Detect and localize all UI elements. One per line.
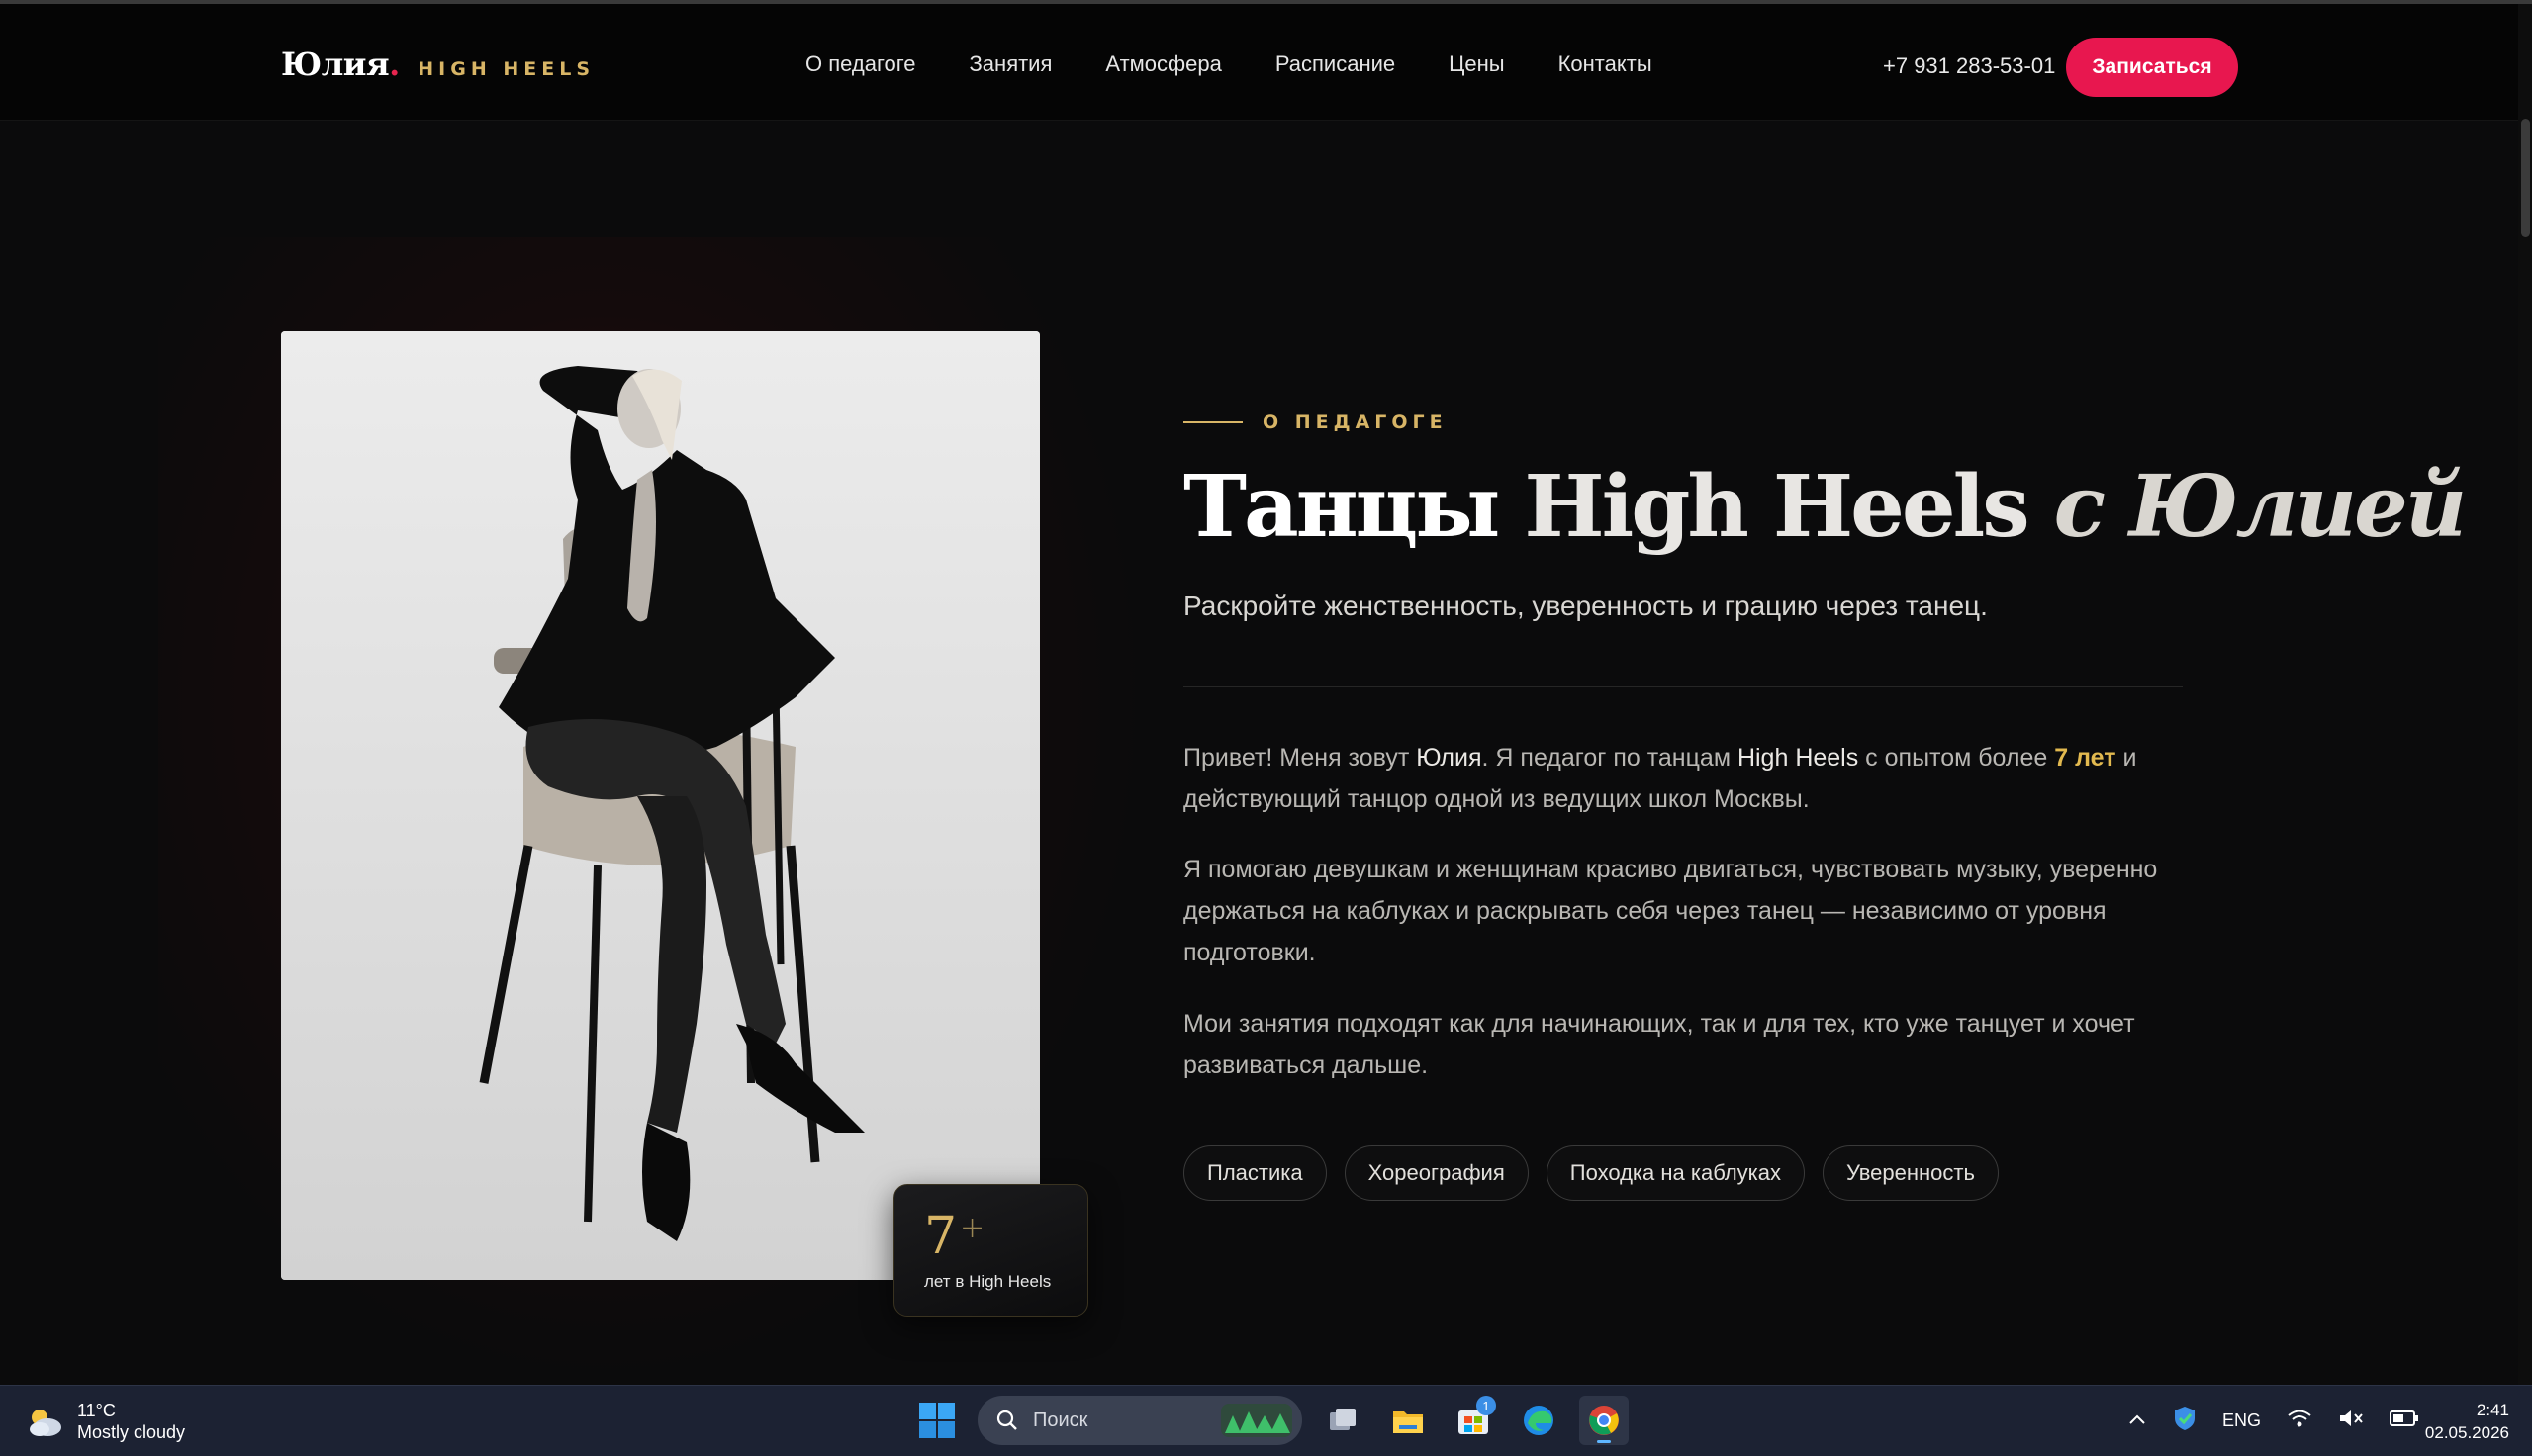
para1-name: Юлия <box>1416 744 1482 772</box>
windows-taskbar: 11°C Mostly cloudy Поиск 1 ENG 2:41 02.0… <box>0 1385 2532 1456</box>
signup-button[interactable]: Записаться <box>2066 38 2238 97</box>
security-shield-icon[interactable] <box>2173 1406 2197 1436</box>
clock-time: 2:41 <box>2476 1401 2509 1419</box>
hero-subtitle: Раскройте женственность, уверенность и г… <box>1183 591 1988 621</box>
tag-choreography[interactable]: Хореография <box>1344 1145 1529 1201</box>
tag-heels-walk[interactable]: Походка на каблуках <box>1546 1145 1805 1201</box>
search-highlight-icon <box>1221 1404 1292 1437</box>
nav-link-classes[interactable]: Занятия <box>970 51 1053 77</box>
title-part1: Танцы <box>1183 457 1525 557</box>
badge-plus: + <box>960 1211 985 1245</box>
para1-a: Привет! Меня зовут <box>1183 744 1417 772</box>
site-logo[interactable]: Юлия. HIGH HEELS <box>281 46 595 83</box>
store-badge: 1 <box>1476 1396 1496 1415</box>
badge-text: лет в High Heels <box>924 1272 1052 1291</box>
para1-style: High Heels <box>1736 744 1859 772</box>
language-indicator[interactable]: ENG <box>2222 1410 2261 1431</box>
clock-date: 02.05.2026 <box>2424 1423 2509 1442</box>
edge-browser-icon[interactable] <box>1514 1396 1563 1445</box>
site-header: Юлия. HIGH HEELS О педагоге Занятия Атмо… <box>0 4 2518 121</box>
title-part3: с Юлией <box>2026 457 2468 557</box>
page-scrollbar-thumb[interactable] <box>2521 119 2530 237</box>
teacher-photo <box>281 331 1040 1280</box>
system-clock[interactable]: 2:41 02.05.2026 <box>2420 1399 2509 1444</box>
para1-b: . Я педагог по танцам <box>1481 744 1737 772</box>
taskbar-search[interactable]: Поиск <box>978 1396 1302 1445</box>
section-divider <box>1183 686 2183 687</box>
logo-dot: . <box>389 46 401 83</box>
windows-start-icon[interactable] <box>912 1396 962 1445</box>
system-tray: ENG <box>2127 1406 2419 1436</box>
para1-c: с опытом более <box>1858 744 2055 772</box>
section-eyebrow: О ПЕДАГОГЕ <box>1183 411 1448 433</box>
phone-link[interactable]: +7 931 283-53-01 <box>1883 53 2055 79</box>
nav-link-prices[interactable]: Цены <box>1449 51 1504 77</box>
para1-years: 7 лет <box>2054 744 2116 772</box>
chevron-up-icon[interactable] <box>2127 1410 2147 1431</box>
logo-subtitle: HIGH HEELS <box>418 58 595 80</box>
microsoft-store-icon[interactable]: 1 <box>1449 1396 1498 1445</box>
volume-muted-icon[interactable] <box>2338 1409 2364 1433</box>
chrome-browser-icon[interactable] <box>1579 1396 1629 1445</box>
main-nav: О педагоге Занятия Атмосфера Расписание … <box>805 51 1706 77</box>
task-view-icon[interactable] <box>1318 1396 1367 1445</box>
logo-name: Юлия <box>281 46 390 83</box>
intro-paragraph: Привет! Меня зовут Юлия. Я педагог по та… <box>1183 737 2183 820</box>
title-part2: High Heels <box>1524 457 2029 557</box>
badge-number: 7 <box>924 1207 958 1266</box>
hero-title: Танцы High Heels с Юлией <box>1183 457 2468 557</box>
search-icon <box>996 1410 1017 1430</box>
nav-link-contacts[interactable]: Контакты <box>1558 51 1652 77</box>
tag-plastika[interactable]: Пластика <box>1183 1145 1327 1201</box>
battery-icon[interactable] <box>2390 1410 2419 1432</box>
eyebrow-text: О ПЕДАГОГЕ <box>1263 411 1448 433</box>
eyebrow-line <box>1183 421 1243 423</box>
file-explorer-icon[interactable] <box>1383 1396 1433 1445</box>
nav-link-schedule[interactable]: Расписание <box>1275 51 1395 77</box>
weather-desc: Mostly cloudy <box>77 1422 186 1442</box>
nav-link-about[interactable]: О педагоге <box>805 51 916 77</box>
audience-paragraph: Мои занятия подходят как для начинающих,… <box>1183 1010 2135 1079</box>
weather-widget[interactable]: 11°C Mostly cloudy <box>26 1400 185 1443</box>
help-paragraph: Я помогаю девушкам и женщинам красиво дв… <box>1183 856 2158 966</box>
nav-link-atmosphere[interactable]: Атмосфера <box>1105 51 1221 77</box>
skill-tags: Пластика Хореография Походка на каблуках… <box>1183 1145 1999 1201</box>
weather-temp: 11°C <box>77 1401 116 1420</box>
wifi-icon[interactable] <box>2287 1409 2312 1433</box>
experience-badge: 7 + лет в High Heels <box>893 1184 1088 1317</box>
tag-confidence[interactable]: Уверенность <box>1823 1145 1999 1201</box>
search-placeholder: Поиск <box>1033 1409 1088 1431</box>
cloud-sun-icon <box>26 1404 65 1439</box>
